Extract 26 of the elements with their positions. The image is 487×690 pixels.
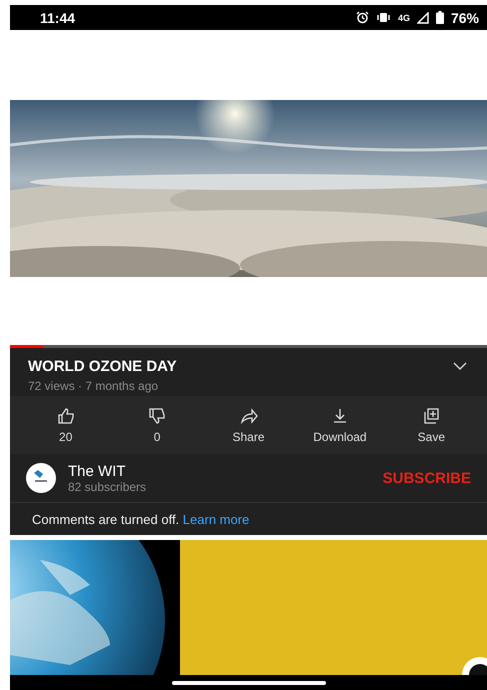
subscriber-count: 82 subscribers <box>68 480 148 494</box>
save-button[interactable]: Save <box>386 402 478 448</box>
dislike-icon <box>148 406 166 424</box>
channel-avatar[interactable] <box>26 463 56 493</box>
battery-icon <box>436 11 444 24</box>
share-icon <box>240 406 258 424</box>
learn-more-link[interactable]: Learn more <box>182 512 250 526</box>
dislike-button[interactable]: 0 <box>111 402 203 448</box>
save-icon <box>422 406 440 424</box>
signal-icon <box>416 12 429 24</box>
network-type: 4G <box>398 12 410 22</box>
channel-name[interactable]: The WIT <box>68 462 365 480</box>
comments-notice: Comments are turned off. Learn more <box>32 512 250 526</box>
like-button[interactable]: 20 <box>20 402 112 448</box>
vibrate-icon <box>376 12 391 23</box>
like-icon <box>56 406 75 424</box>
chevron-icon[interactable] <box>453 362 467 370</box>
subscribe-button[interactable]: SUBSCRIBE <box>376 464 477 492</box>
battery-percent: 76% <box>450 10 479 26</box>
share-button[interactable]: Share <box>202 402 294 448</box>
video-title: WORLD OZONE DAY <box>28 358 178 375</box>
home-indicator[interactable] <box>172 680 326 684</box>
alarm-icon <box>356 11 369 24</box>
clock-time: 11:44 <box>40 10 76 26</box>
video-meta: 72 views · 7 months ago <box>28 379 160 393</box>
download-button[interactable]: Download <box>294 402 386 448</box>
